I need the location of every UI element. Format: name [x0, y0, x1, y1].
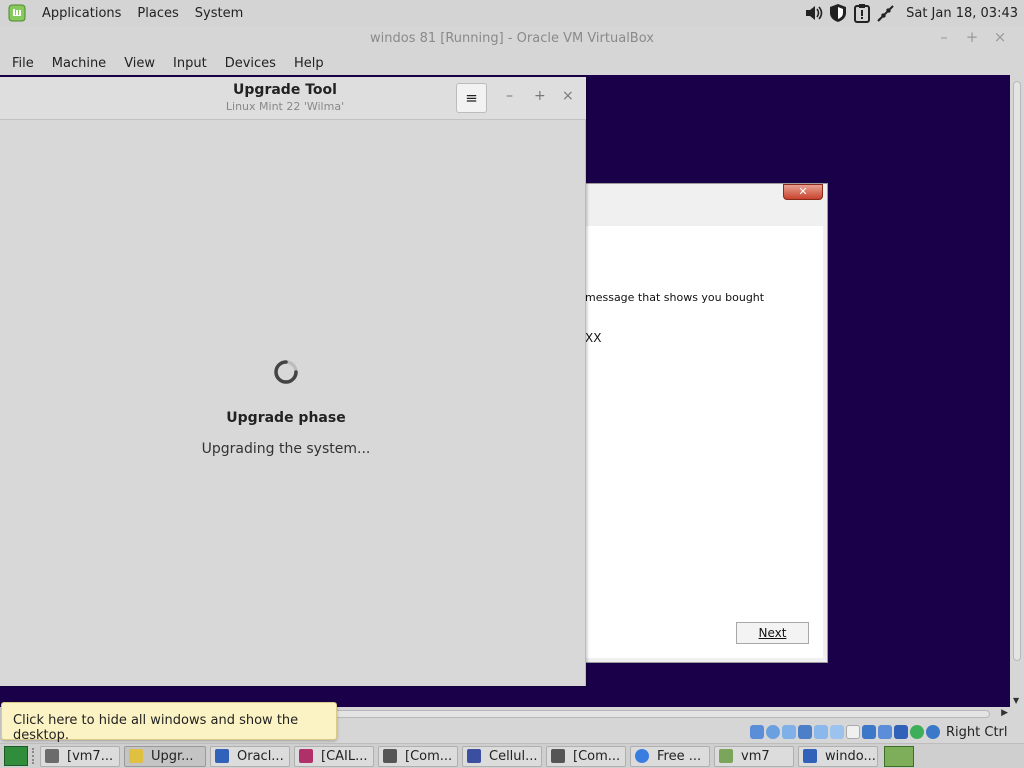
vertical-scrollbar[interactable]: ▼ [1010, 75, 1024, 707]
horizontal-scroll-thumb[interactable] [330, 710, 990, 718]
vertical-scroll-thumb[interactable] [1013, 81, 1021, 661]
mint-menu-icon[interactable] [8, 4, 26, 22]
network-disconnected-icon[interactable] [876, 3, 896, 23]
upgrade-status-text: Upgrading the system... [201, 441, 371, 457]
menu-devices[interactable]: Devices [216, 56, 285, 71]
task-button-windows-vm[interactable]: windo... [798, 745, 878, 767]
workspace-switcher[interactable] [884, 745, 914, 767]
task-button-free-browser[interactable]: Free ... [630, 745, 710, 767]
upgrade-tool-window: Upgrade Tool Linux Mint 22 'Wilma' ≡ – +… [0, 77, 586, 686]
upgrade-tool-headerbar: Upgrade Tool Linux Mint 22 'Wilma' ≡ – +… [0, 77, 586, 120]
show-desktop-tooltip: Click here to hide all windows and show … [1, 702, 337, 743]
update-manager-icon[interactable] [852, 3, 872, 23]
windows-close-button[interactable]: ✕ [783, 184, 823, 200]
taskbar-separator [32, 748, 36, 764]
windows-product-key-text: XX [585, 331, 602, 345]
upgrade-close-button[interactable]: × [562, 88, 574, 104]
task-label: [Com... [573, 748, 621, 764]
windows-dialog-text: message that shows you bought [585, 291, 765, 304]
vbox-window-controls: – + × [930, 28, 1014, 46]
menu-places[interactable]: Places [129, 6, 186, 21]
vbox-maximize-button[interactable]: + [958, 28, 986, 46]
task-button-vm7-terminal[interactable]: [vm7... [40, 745, 120, 767]
vbox-window-title: windos 81 [Running] - Oracle VM VirtualB… [370, 31, 654, 46]
chrome-icon [635, 749, 649, 763]
optical-drive-icon[interactable] [766, 725, 780, 739]
task-label: [CAIL... [321, 748, 368, 764]
task-button-oracle-vm[interactable]: Oracl... [210, 745, 290, 767]
image-viewer-icon [299, 749, 313, 763]
vbox-minimize-button[interactable]: – [930, 28, 958, 46]
menu-file[interactable]: File [0, 56, 43, 71]
upgrade-maximize-button[interactable]: + [534, 88, 546, 104]
taskbar: [vm7... Upgr... Oracl... [CAIL... [Com..… [0, 743, 1024, 768]
hamburger-menu-button[interactable]: ≡ [456, 83, 487, 113]
system-tray: Sat Jan 18, 03:43 [802, 0, 1024, 26]
task-button-upgrade-tool[interactable]: Upgr... [124, 745, 206, 767]
shield-icon[interactable] [828, 3, 848, 23]
menu-applications[interactable]: Applications [34, 6, 129, 21]
task-button-vm7-folder[interactable]: vm7 [714, 745, 794, 767]
app-window-icon [467, 749, 481, 763]
host-key-label: Right Ctrl [946, 724, 1008, 740]
vbox-close-button[interactable]: × [986, 28, 1014, 46]
task-label: Free ... [657, 748, 702, 764]
task-label: windo... [825, 748, 876, 764]
clock[interactable]: Sat Jan 18, 03:43 [906, 6, 1018, 21]
guest-additions-icon[interactable] [910, 725, 924, 739]
terminal-icon [551, 749, 565, 763]
scroll-right-arrow-icon[interactable]: ▶ [1001, 708, 1008, 718]
task-button-command-2[interactable]: [Com... [546, 745, 626, 767]
task-button-cellular[interactable]: Cellul... [462, 745, 542, 767]
cpu-icon[interactable] [894, 725, 908, 739]
task-label: Upgr... [151, 748, 194, 764]
vbox-titlebar: windos 81 [Running] - Oracle VM VirtualB… [0, 26, 1024, 52]
task-label: vm7 [741, 748, 770, 764]
folder-icon [719, 749, 733, 763]
upgrade-minimize-button[interactable]: – [506, 88, 513, 104]
display-icon[interactable] [846, 725, 860, 739]
usb-icon[interactable] [814, 725, 828, 739]
video-capture-icon[interactable] [862, 725, 876, 739]
show-desktop-button[interactable] [4, 746, 28, 766]
menu-machine[interactable]: Machine [43, 56, 115, 71]
windows-next-button[interactable]: Next [736, 622, 809, 644]
virtualbox-icon [803, 749, 817, 763]
menu-view[interactable]: View [115, 56, 164, 71]
terminal-icon [45, 749, 59, 763]
task-label: Cellul... [489, 748, 538, 764]
hard-disk-icon[interactable] [750, 725, 764, 739]
spinner-icon [274, 360, 298, 384]
task-label: Oracl... [237, 748, 284, 764]
audio-icon[interactable] [782, 725, 796, 739]
top-panel: Applications Places System Sat Jan 18, 0… [0, 0, 1024, 26]
upgrade-phase-label: Upgrade phase [226, 410, 346, 426]
task-button-command-1[interactable]: [Com... [378, 745, 458, 767]
task-label: [Com... [405, 748, 453, 764]
task-label: [vm7... [67, 748, 114, 764]
vbox-menubar: File Machine View Input Devices Help [0, 52, 1024, 74]
scroll-down-arrow-icon[interactable]: ▼ [1013, 696, 1019, 705]
menu-help[interactable]: Help [285, 56, 333, 71]
shared-folders-icon[interactable] [830, 725, 844, 739]
menu-system[interactable]: System [187, 6, 251, 21]
mouse-integration-icon[interactable] [926, 725, 940, 739]
settings-icon[interactable] [878, 725, 892, 739]
volume-icon[interactable] [804, 3, 824, 23]
network-icon[interactable] [798, 725, 812, 739]
task-button-cail[interactable]: [CAIL... [294, 745, 374, 767]
terminal-icon [383, 749, 397, 763]
upgrade-shield-icon [129, 749, 143, 763]
menu-input[interactable]: Input [164, 56, 216, 71]
vbox-statusbar: Right Ctrl [750, 721, 1024, 743]
virtualbox-icon [215, 749, 229, 763]
